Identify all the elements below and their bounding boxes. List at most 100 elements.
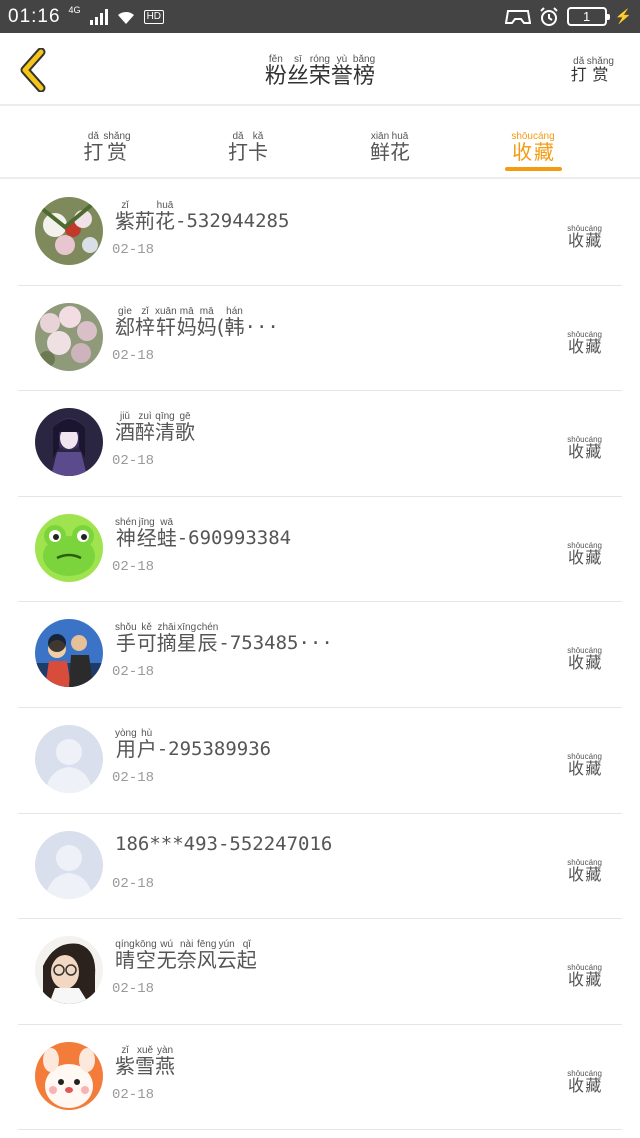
user-name-char: zǐ 紫 bbox=[115, 1045, 135, 1077]
favorite-label-char: shōu 收 bbox=[567, 646, 584, 672]
user-name-char: xuě 雪 bbox=[135, 1045, 155, 1077]
list-item[interactable]: gìe 郄 zǐ 梓 xuān 轩 mā 妈 mā 妈 (hán 韩 ··· 02-18 shōu 收 cán… bbox=[18, 286, 622, 392]
tab-reward[interactable]: dǎ 打 shǎng 赏 bbox=[57, 124, 157, 163]
user-name-hanzi: 轩 bbox=[155, 314, 176, 339]
user-name-char: gìe 郄 bbox=[115, 306, 135, 338]
favorite-label: shōu 收 cáng 藏 bbox=[567, 216, 602, 250]
user-name: zǐ 紫荊 huā 花 -532944285 bbox=[115, 200, 289, 232]
user-name-hanzi: 经 bbox=[136, 525, 157, 550]
user-name: gìe 郄 zǐ 梓 xuān 轩 mā 妈 mā 妈 (hán 韩 ··· bbox=[115, 306, 279, 338]
wifi-icon bbox=[117, 11, 134, 24]
chevron-left-icon bbox=[20, 48, 46, 92]
tab-label-char: dǎ 打 bbox=[228, 131, 248, 163]
favorite-label-hanzi: 藏 bbox=[585, 442, 602, 462]
tab-label-hanzi: 藏 bbox=[533, 140, 554, 164]
item-date: 02-18 bbox=[112, 242, 155, 258]
user-name-char: yún 云 bbox=[217, 939, 237, 971]
charging-icon: ⚡ bbox=[614, 8, 632, 24]
tab-favorites[interactable]: shōu 收 cáng 藏 bbox=[483, 124, 583, 163]
item-date: 02-18 bbox=[112, 664, 155, 681]
reward-button[interactable]: dǎ 打 shǎng 赏 bbox=[571, 49, 614, 84]
user-name-char: xīng 星 bbox=[177, 622, 197, 654]
user-name-char: shén 神 bbox=[115, 517, 137, 549]
list-item[interactable]: 186***493-552247016 02-18 shōu 收 cáng 藏 bbox=[18, 814, 622, 920]
user-name-suffix: ··· bbox=[244, 315, 279, 338]
user-name-suffix: -532944285 bbox=[175, 210, 290, 232]
reward-label-hanzi: 打 bbox=[570, 65, 587, 84]
user-name-hanzi: 户 bbox=[136, 736, 157, 761]
list-item[interactable]: zǐ 紫 xuě 雪 yàn 燕 02-18 shōu 收 cáng 藏 bbox=[18, 1025, 622, 1131]
user-name-char: mā 妈 bbox=[197, 306, 217, 338]
list-item[interactable]: jiǔ 酒 zuì 醉 qīng 清 gē 歌 02-18 shōu 收 cáng 藏 bbox=[18, 391, 622, 497]
tab-flowers[interactable]: xiān 鲜 huā 花 bbox=[340, 124, 440, 163]
user-name: yòng 用 hù 户 -295389936 bbox=[115, 728, 271, 760]
user-name-hanzi: 起 bbox=[236, 948, 257, 973]
user-name-hanzi: 花 bbox=[155, 209, 175, 233]
favorite-label-hanzi: 收 bbox=[567, 547, 584, 567]
user-name-hanzi: 雪 bbox=[135, 1053, 155, 1078]
favorite-label-hanzi: 收 bbox=[567, 970, 584, 990]
user-name: shǒu 手 kě 可 zhāi 摘 xīng 星 chén 辰 -753485··· bbox=[115, 622, 333, 654]
avatar[interactable] bbox=[35, 1041, 103, 1110]
avatar[interactable] bbox=[35, 302, 103, 371]
gamepad-icon bbox=[504, 9, 531, 24]
user-name-hanzi: 郄 bbox=[115, 314, 135, 339]
title-char: fěn 粉 bbox=[265, 54, 287, 88]
user-name-suffix: -295389936 bbox=[156, 737, 272, 760]
avatar[interactable] bbox=[35, 408, 103, 477]
user-name-hanzi: 紫 bbox=[115, 209, 135, 233]
tab-checkin[interactable]: dǎ 打 kǎ 卡 bbox=[198, 124, 298, 163]
item-date: 02-18 bbox=[112, 558, 155, 575]
user-name-hanzi: 韩 bbox=[224, 314, 245, 339]
favorite-label-hanzi: 藏 bbox=[585, 970, 602, 990]
tab-label-char: huā 花 bbox=[390, 131, 410, 163]
favorite-label-char: shōu 收 bbox=[567, 1069, 584, 1095]
user-name-char: kōng 空 bbox=[135, 939, 157, 971]
user-name-hanzi: 紫 bbox=[115, 1053, 135, 1078]
title-hanzi: 榜 bbox=[353, 64, 376, 89]
user-name-char: hán 韩 bbox=[225, 306, 245, 338]
tab-label-char: xiān 鲜 bbox=[370, 131, 390, 163]
user-name-char: wú 无 bbox=[157, 939, 177, 971]
avatar[interactable] bbox=[35, 619, 103, 688]
header: fěn 粉 sī 丝 róng 荣 yù 誉 bǎng 榜 dǎ 打 shǎng 赏 bbox=[0, 33, 640, 106]
tab-label-hanzi: 鲜 bbox=[370, 140, 390, 164]
avatar[interactable] bbox=[35, 936, 103, 1005]
user-name-hanzi: 歌 bbox=[175, 420, 195, 445]
user-name-char: gē 歌 bbox=[175, 411, 195, 443]
title-hanzi: 丝 bbox=[286, 64, 309, 89]
active-tab-indicator bbox=[505, 167, 562, 171]
user-name-hanzi: 清 bbox=[155, 420, 175, 445]
tab-label-hanzi: 收 bbox=[512, 140, 533, 164]
favorite-label-hanzi: 收 bbox=[567, 653, 584, 673]
list-item[interactable]: yòng 用 hù 户 -295389936 02-18 shōu 收 cáng 藏 bbox=[18, 708, 622, 814]
list-item[interactable]: shén 神 jīng 经 wā 蛙 -690993384 02-18 shōu 收 cáng 藏 bbox=[18, 497, 622, 603]
avatar[interactable] bbox=[35, 513, 103, 582]
back-button[interactable] bbox=[14, 45, 54, 95]
reward-label-char: dǎ 打 bbox=[571, 56, 587, 84]
favorite-label-hanzi: 藏 bbox=[585, 336, 602, 356]
fan-list: zǐ 紫荊 huā 花 -532944285 02-18 shōu 收 cáng 藏 gìe 郄 zǐ 梓… bbox=[0, 180, 640, 1131]
avatar[interactable] bbox=[35, 724, 103, 793]
battery-icon: 1 bbox=[566, 7, 610, 26]
title-char: yù 誉 bbox=[331, 54, 353, 88]
user-name-hanzi: 蛙 bbox=[156, 525, 177, 550]
list-item[interactable]: qíng 晴 kōng 空 wú 无 nài 奈 fēng 风 yún 云 qǐ 起 02-18 shōu 收 c… bbox=[18, 919, 622, 1025]
favorite-label-char: shōu 收 bbox=[567, 963, 584, 989]
item-date: 02-18 bbox=[112, 769, 155, 786]
user-name-hanzi: 风 bbox=[196, 948, 217, 973]
user-name-char: qǐ 起 bbox=[237, 939, 257, 971]
tab-label-char: dǎ 打 bbox=[83, 131, 103, 163]
list-item[interactable]: zǐ 紫荊 huā 花 -532944285 02-18 shōu 收 cáng 藏 bbox=[18, 180, 622, 286]
user-name: shén 神 jīng 经 wā 蛙 -690993384 bbox=[115, 517, 291, 549]
list-item[interactable]: shǒu 手 kě 可 zhāi 摘 xīng 星 chén 辰 -753485··· 02-18 sh… bbox=[18, 602, 622, 708]
avatar[interactable] bbox=[35, 197, 103, 265]
favorite-label-hanzi: 收 bbox=[567, 442, 584, 462]
item-date: 02-18 bbox=[112, 875, 155, 892]
favorite-label-hanzi: 收 bbox=[567, 758, 584, 778]
user-name-hanzi: 妈 bbox=[196, 314, 217, 339]
tab-label-hanzi: 打 bbox=[83, 140, 104, 164]
user-name-suffix: 186***493-552247016 bbox=[115, 832, 333, 855]
avatar[interactable] bbox=[35, 830, 103, 899]
user-name-char: zǐ 梓 bbox=[135, 306, 155, 338]
